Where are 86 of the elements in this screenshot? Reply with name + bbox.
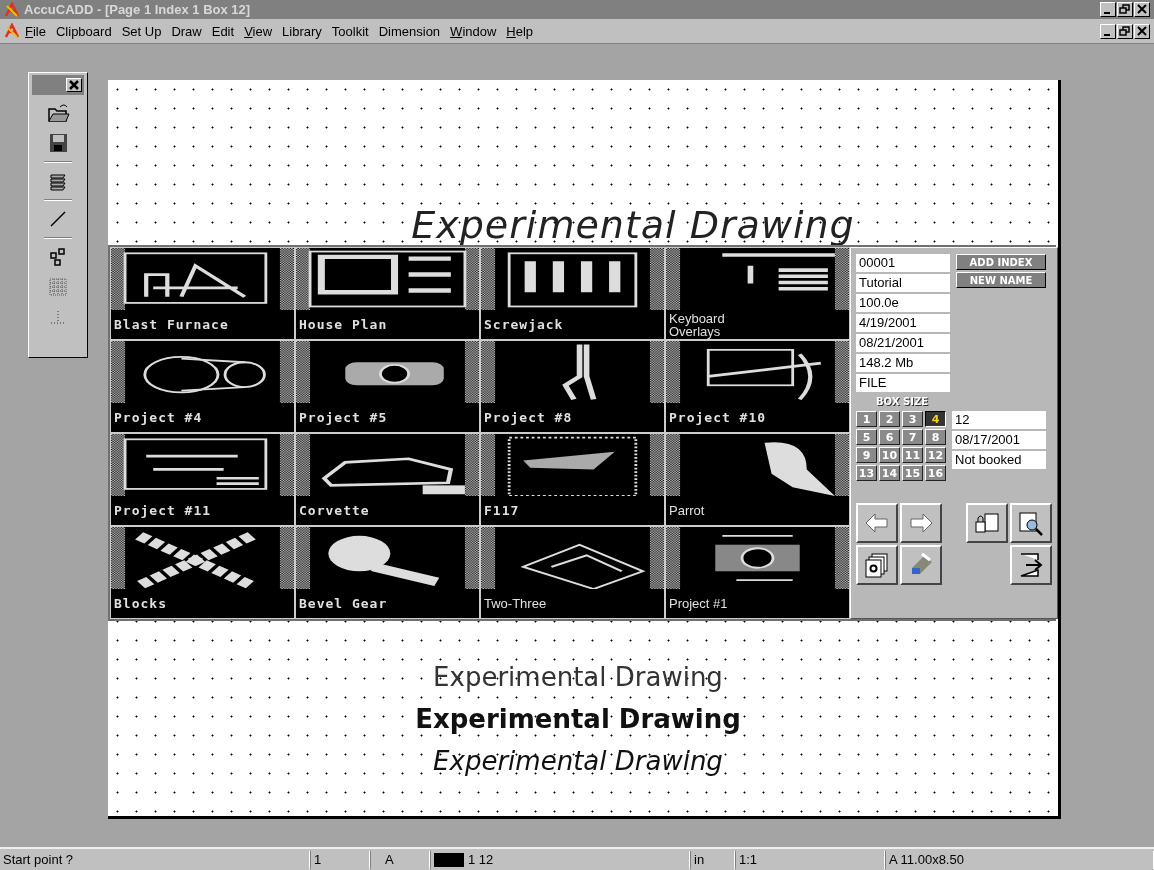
drawing-title: Experimental Drawing <box>411 205 855 245</box>
library-thumbnail[interactable]: Project #5 <box>295 340 480 433</box>
library-thumbnail[interactable]: F117 <box>480 433 665 526</box>
pen-color-swatch <box>434 852 464 867</box>
exit-button[interactable] <box>1010 545 1052 585</box>
box-size-label: BOX SIZE <box>876 396 929 407</box>
thumbnail-label: F117 <box>484 504 520 517</box>
menu-item[interactable]: Clipboard <box>50 23 117 39</box>
thumbnail-label: Project #1 <box>669 597 728 610</box>
library-thumbnail[interactable]: Blast Furnace <box>110 247 295 340</box>
menu-item[interactable]: View <box>239 23 278 39</box>
info-field: 08/17/2001 <box>952 431 1046 449</box>
status-scale: 1:1 <box>735 850 885 869</box>
library-thumbnail[interactable]: Keyboard Overlays <box>665 247 850 340</box>
menu-item[interactable]: File <box>20 23 51 39</box>
library-thumbnail[interactable]: Blocks <box>110 526 295 619</box>
info-field: 00001 <box>856 254 950 272</box>
info-field: FILE <box>856 374 950 392</box>
thumbnail-label: Screwjack <box>484 318 564 331</box>
left-arrow-button[interactable] <box>856 503 898 543</box>
status-pen: 1 12 <box>468 850 494 869</box>
window-title: AccuCADD - [Page 1 Index 1 Box 12] <box>24 2 252 17</box>
menu-item[interactable]: Toolkit <box>326 23 374 39</box>
lock-document-button[interactable] <box>966 503 1008 543</box>
library-thumbnail[interactable]: House Plan <box>295 247 480 340</box>
thumbnail-label: Blocks <box>114 597 167 610</box>
panel-button[interactable]: ADD INDEX <box>956 254 1046 270</box>
close-icon <box>69 80 79 90</box>
sample-text: Experimental Drawing <box>433 744 723 778</box>
info-field: 12 <box>952 411 1046 429</box>
menu-item[interactable]: Edit <box>206 23 240 39</box>
thumbnail-label: Two-Three <box>484 597 547 610</box>
close-icon[interactable] <box>1134 2 1150 17</box>
info-field: 08/21/2001 <box>856 334 950 352</box>
thumbnail-label: Project #5 <box>299 411 388 424</box>
minimize-icon[interactable] <box>1100 2 1116 17</box>
grid-icon[interactable] <box>46 275 70 299</box>
right-arrow-button[interactable] <box>900 503 942 543</box>
open-folder-icon[interactable] <box>46 101 70 125</box>
thumbnail-label: Project #8 <box>484 411 573 424</box>
library-thumbnail[interactable]: Project #8 <box>480 340 665 433</box>
status-text-style: A <box>370 850 430 869</box>
library-thumbnail[interactable]: Project #1 <box>665 526 850 619</box>
info-field: 100.0e <box>856 294 950 312</box>
status-units: in <box>690 850 735 869</box>
thumbnail-label: Parrot <box>669 504 705 517</box>
library-thumbnail[interactable]: Screwjack <box>480 247 665 340</box>
thumbnail-label: House Plan <box>299 318 388 331</box>
minimize-icon[interactable] <box>1100 23 1116 39</box>
close-icon[interactable] <box>1134 23 1150 39</box>
status-prompt: Start point ? <box>0 850 310 869</box>
library-thumbnail[interactable]: Bevel Gear <box>295 526 480 619</box>
panel-button[interactable]: NEW NAME <box>956 272 1046 288</box>
menu-item[interactable]: Set Up <box>116 23 167 39</box>
document-magnifier-button[interactable] <box>1010 503 1052 543</box>
library-thumbnail[interactable]: Parrot <box>665 433 850 526</box>
info-field: Not booked <box>952 451 1046 469</box>
info-field: Tutorial <box>856 274 950 292</box>
info-field: 148.2 Mb <box>856 354 950 372</box>
box-size-button[interactable]: 4 <box>925 411 946 427</box>
library-thumbnail[interactable]: Two-Three <box>480 526 665 619</box>
thumbnail-label: Corvette <box>299 504 370 517</box>
app-logo-icon <box>4 1 20 18</box>
menu-item[interactable]: Window <box>445 23 502 39</box>
library-thumbnail[interactable]: Project #11 <box>110 433 295 526</box>
info-field: 4/19/2001 <box>856 314 950 332</box>
menu-item[interactable]: Dimension <box>373 23 446 39</box>
status-layer: 1 <box>310 850 370 869</box>
thumbnail-label: Bevel Gear <box>299 597 388 610</box>
menu-item[interactable]: Help <box>501 23 539 39</box>
library-thumbnail[interactable]: Corvette <box>295 433 480 526</box>
thumbnail-label: Project #10 <box>669 411 767 424</box>
menu-item[interactable]: Library <box>277 23 327 39</box>
sample-text: Experimental Drawing <box>433 660 723 694</box>
close-button[interactable] <box>66 78 82 92</box>
library-thumbnail[interactable]: Project #10 <box>665 340 850 433</box>
stacked-pages-button[interactable] <box>856 545 898 585</box>
thumbnail-label: Project #11 <box>114 504 212 517</box>
sample-text: Experimental Drawing <box>415 702 741 736</box>
status-sheet-size: A 11.00x8.50 <box>885 850 1154 869</box>
thumbnail-label: Project #4 <box>114 411 203 424</box>
restore-icon[interactable] <box>1117 2 1133 17</box>
library-thumbnail[interactable]: Project #4 <box>110 340 295 433</box>
thumbnail-label: Blast Furnace <box>114 318 229 331</box>
restore-icon[interactable] <box>1117 23 1133 39</box>
menu-item[interactable]: Draw <box>166 23 207 39</box>
